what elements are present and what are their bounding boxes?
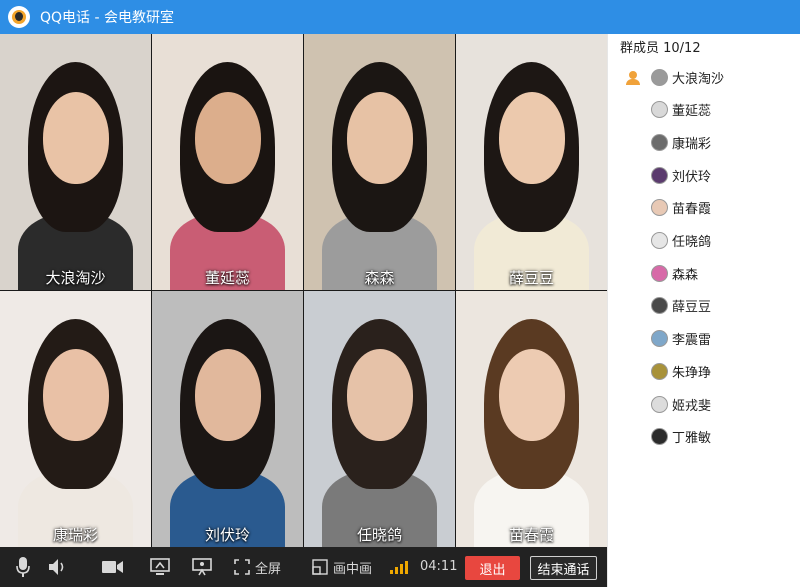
camera-button[interactable] xyxy=(100,547,126,587)
video-tile[interactable]: 薛豆豆 xyxy=(456,34,607,290)
participant-face xyxy=(499,349,565,441)
participant-face xyxy=(347,349,413,441)
participant-face xyxy=(195,349,261,441)
member-avatar xyxy=(651,330,668,348)
member-name: 董延蕊 xyxy=(672,104,712,120)
member-avatar xyxy=(651,101,668,119)
member-avatar xyxy=(651,133,668,151)
member-avatar xyxy=(651,68,668,86)
video-tile[interactable]: 大浪淘沙 xyxy=(0,34,151,290)
member-name: 森森 xyxy=(672,267,699,283)
member-list-item[interactable]: 薛豆豆 xyxy=(651,295,711,317)
member-name: 丁雅敏 xyxy=(672,431,712,447)
participant-name: 苗春霞 xyxy=(508,526,554,544)
member-list-item[interactable]: 康瑞彩 xyxy=(651,131,711,153)
participant-face xyxy=(43,349,109,441)
member-list-item[interactable]: 任晓鸽 xyxy=(651,230,711,252)
member-avatar xyxy=(651,395,668,413)
video-tile[interactable]: 苗春霞 xyxy=(456,291,607,547)
picture-in-picture-button[interactable]: 画中画 xyxy=(312,547,372,587)
speaker-button[interactable] xyxy=(46,547,70,587)
member-list-item[interactable]: 朱琤琤 xyxy=(651,360,711,382)
participant-face xyxy=(347,92,413,184)
member-avatar xyxy=(651,199,668,217)
video-tile[interactable]: 刘伏玲 xyxy=(152,291,303,547)
share-screen-button[interactable] xyxy=(148,547,172,587)
fullscreen-icon xyxy=(234,559,250,575)
participant-name: 董延蕊 xyxy=(204,269,250,287)
microphone-icon xyxy=(16,557,30,577)
title-bar: QQ电话 - 会电教研室 xyxy=(0,0,800,34)
presentation-button[interactable] xyxy=(190,547,214,587)
member-avatar xyxy=(651,232,668,249)
participant-name: 刘伏玲 xyxy=(204,526,250,544)
exit-button[interactable]: 退出 xyxy=(465,556,520,580)
participant-face xyxy=(195,92,261,184)
end-call-button[interactable]: 结束通话 xyxy=(530,556,597,580)
member-name: 刘伏玲 xyxy=(672,169,712,185)
member-list-item[interactable]: 丁雅敏 xyxy=(651,426,711,448)
video-tile[interactable]: 任晓鸽 xyxy=(304,291,455,547)
member-list-item[interactable]: 森森 xyxy=(651,262,698,284)
camera-icon xyxy=(102,561,123,573)
video-tile[interactable]: 董延蕊 xyxy=(152,34,303,290)
member-avatar xyxy=(651,428,668,446)
member-name: 李震雷 xyxy=(672,333,712,349)
member-list-item[interactable]: 董延蕊 xyxy=(651,99,711,121)
participant-name: 任晓鸽 xyxy=(356,526,402,544)
member-list-item[interactable]: 李震雷 xyxy=(651,328,711,350)
member-list-item[interactable]: 大浪淘沙 xyxy=(651,66,724,88)
video-tile[interactable]: 康瑞彩 xyxy=(0,291,151,547)
participant-name: 大浪淘沙 xyxy=(45,269,106,287)
member-name: 姬戎斐 xyxy=(672,398,712,414)
participant-name: 康瑞彩 xyxy=(52,526,98,544)
call-duration: 04:11 xyxy=(420,559,458,574)
video-grid: 大浪淘沙 董延蕊 森森 薛豆豆康瑞彩 刘伏玲 任晓鸽 苗春霞 xyxy=(0,34,607,547)
window-title: QQ电话 - 会电教研室 xyxy=(40,10,174,26)
participant-face xyxy=(499,92,565,184)
member-name: 薛豆豆 xyxy=(672,300,712,316)
picture-in-picture-icon xyxy=(312,559,328,575)
member-avatar xyxy=(651,297,668,315)
member-avatar xyxy=(651,166,668,184)
member-avatar xyxy=(651,264,668,282)
member-list-item[interactable]: 姬戎斐 xyxy=(651,393,711,415)
member-list-item[interactable]: 苗春霞 xyxy=(651,197,711,219)
qq-logo-icon xyxy=(8,6,30,28)
fullscreen-button[interactable]: 全屏 xyxy=(234,547,281,587)
presentation-icon xyxy=(192,558,212,576)
video-tile[interactable]: 森森 xyxy=(304,34,455,290)
participant-name: 森森 xyxy=(364,269,395,287)
member-list-item[interactable]: 刘伏玲 xyxy=(651,164,711,186)
share-screen-icon xyxy=(150,558,170,575)
participants-panel: 群成员 10/12 大浪淘沙董延蕊康瑞彩刘伏玲苗春霞任晓鸽森森薛豆豆李震雷朱琤琤… xyxy=(607,34,800,587)
member-count-header: 群成员 10/12 xyxy=(620,41,701,56)
microphone-button[interactable] xyxy=(12,547,34,587)
member-name: 康瑞彩 xyxy=(672,136,712,152)
host-icon xyxy=(625,70,641,86)
speaker-icon xyxy=(49,559,64,575)
call-toolbar: 全屏 画中画 04:11 退出 结束通话 xyxy=(0,547,607,587)
picture-in-picture-label: 画中画 xyxy=(333,561,373,577)
signal-strength-icon xyxy=(390,560,412,574)
member-name: 大浪淘沙 xyxy=(672,71,725,87)
member-avatar xyxy=(651,362,668,380)
member-name: 任晓鸽 xyxy=(672,235,712,250)
member-name: 朱琤琤 xyxy=(672,365,712,381)
member-name: 苗春霞 xyxy=(672,202,712,218)
fullscreen-label: 全屏 xyxy=(255,561,282,577)
participant-name: 薛豆豆 xyxy=(508,269,554,287)
participant-face xyxy=(43,92,109,184)
